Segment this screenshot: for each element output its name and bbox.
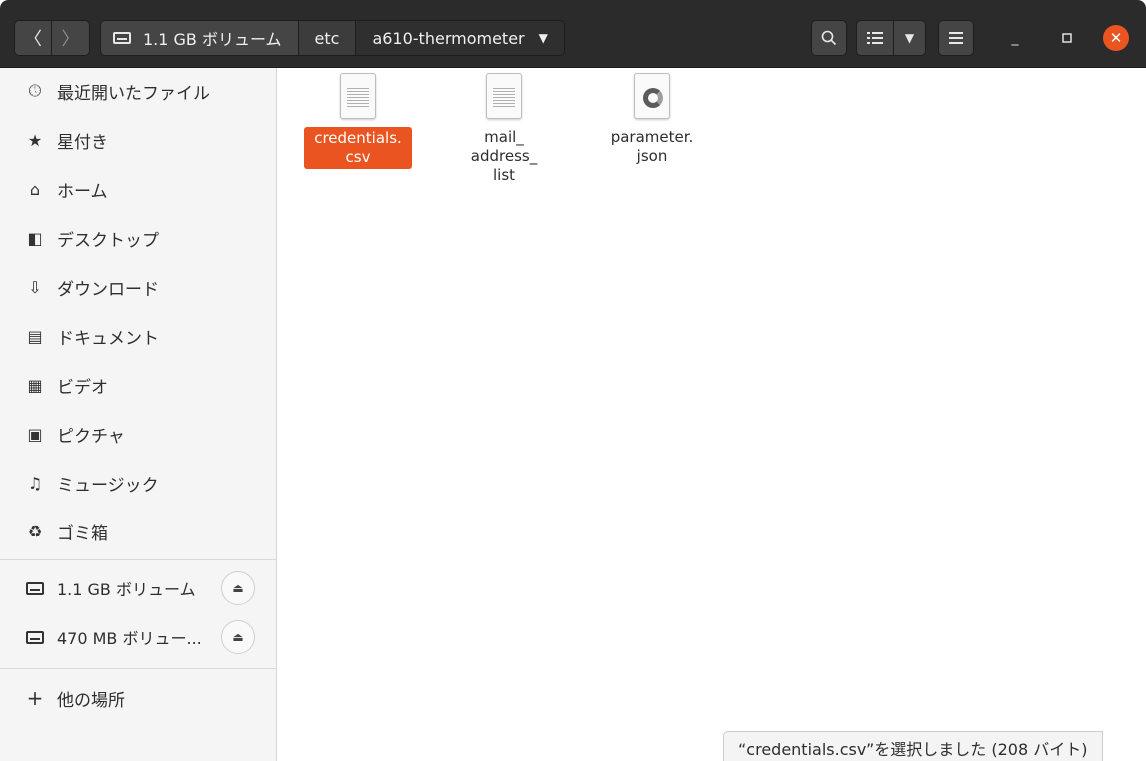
close-button[interactable]: ✕ bbox=[1103, 25, 1129, 51]
sidebar-separator bbox=[0, 668, 276, 669]
view-options-button[interactable]: ▼ bbox=[894, 20, 926, 56]
sidebar-item-other-locations[interactable]: + 他の場所 bbox=[0, 676, 276, 720]
drive-icon bbox=[26, 630, 44, 644]
trash-icon: ♻ bbox=[27, 521, 43, 541]
video-icon: ▦ bbox=[27, 375, 43, 395]
sidebar: 🕔︎ 最近開いたファイル ★ 星付き ⌂ ホーム ◧ デスクトップ ⇩ ダウンロ… bbox=[0, 68, 277, 761]
sidebar-item-label: ドキュメント bbox=[57, 328, 159, 349]
home-icon: ⌂ bbox=[29, 179, 41, 199]
path-crumb-volume[interactable]: 1.1 GB ボリューム bbox=[100, 20, 299, 56]
plus-icon: + bbox=[26, 686, 44, 710]
back-button[interactable]: 〈 bbox=[14, 20, 52, 56]
file-view[interactable]: credentials. csv mail_ address_ list par… bbox=[277, 68, 1146, 761]
file-manager-window: 〈 〉 1.1 GB ボリューム etc a610-thermometer ▼ bbox=[0, 0, 1146, 761]
sidebar-item-recent[interactable]: 🕔︎ 最近開いたファイル bbox=[0, 69, 276, 113]
maximize-button[interactable] bbox=[1054, 25, 1080, 51]
minimize-icon: _ bbox=[1011, 30, 1019, 46]
sidebar-item-pictures[interactable]: ▣ ピクチャ bbox=[0, 412, 276, 456]
document-icon: ▤ bbox=[27, 326, 43, 346]
file-name: mail_ address_ list bbox=[470, 128, 538, 184]
hamburger-menu-icon bbox=[949, 32, 963, 44]
clock-icon: 🕔︎ bbox=[28, 81, 42, 100]
eject-button-volume-1[interactable]: ⏏ bbox=[221, 571, 255, 605]
eject-icon: ⏏ bbox=[232, 581, 244, 595]
chevron-left-icon: 〈 bbox=[24, 29, 42, 50]
sidebar-item-music[interactable]: ♫ ミュージック bbox=[0, 461, 276, 505]
sidebar-item-label: ピクチャ bbox=[57, 426, 125, 447]
sidebar-item-desktop[interactable]: ◧ デスクトップ bbox=[0, 216, 276, 260]
caret-down-icon: ▼ bbox=[904, 31, 915, 45]
sidebar-item-label: 星付き bbox=[57, 132, 108, 153]
file-name: parameter. json bbox=[610, 128, 694, 165]
chevron-right-icon: 〉 bbox=[61, 29, 80, 50]
sidebar-item-label: デスクトップ bbox=[57, 230, 159, 251]
sidebar-item-label: 470 MB ボリュー... bbox=[57, 629, 202, 648]
sidebar-item-downloads[interactable]: ⇩ ダウンロード bbox=[0, 265, 276, 309]
star-icon: ★ bbox=[27, 130, 43, 150]
navigation-buttons: 〈 〉 bbox=[14, 20, 90, 56]
maximize-icon bbox=[1062, 33, 1072, 43]
caret-down-icon: ▼ bbox=[538, 31, 548, 45]
main-menu-button[interactable] bbox=[938, 20, 974, 56]
sidebar-item-label: 他の場所 bbox=[57, 690, 125, 711]
sidebar-item-starred[interactable]: ★ 星付き bbox=[0, 118, 276, 162]
status-bar: “credentials.csv”を選択しました (208 バイト) bbox=[723, 731, 1103, 761]
drive-icon bbox=[113, 32, 131, 44]
path-crumb-label: 1.1 GB ボリューム bbox=[143, 30, 282, 49]
picture-icon: ▣ bbox=[27, 424, 43, 444]
view-toggle-group: ▼ bbox=[856, 20, 926, 56]
status-text: “credentials.csv”を選択しました (208 バイト) bbox=[738, 740, 1088, 759]
minimize-button[interactable]: _ bbox=[1002, 25, 1028, 51]
path-crumb-etc[interactable]: etc bbox=[298, 20, 357, 56]
sidebar-item-label: ビデオ bbox=[57, 377, 108, 398]
eject-button-volume-2[interactable]: ⏏ bbox=[221, 620, 255, 654]
sidebar-item-label: 最近開いたファイル bbox=[57, 83, 210, 104]
sidebar-item-label: 1.1 GB ボリューム bbox=[57, 580, 196, 599]
close-icon: ✕ bbox=[1109, 29, 1123, 47]
music-icon: ♫ bbox=[27, 473, 43, 493]
text-file-icon bbox=[486, 73, 522, 119]
drive-icon-wrap bbox=[25, 581, 45, 595]
drive-icon-wrap bbox=[25, 630, 45, 644]
sidebar-item-label: ミュージック bbox=[57, 475, 159, 496]
path-bar: 1.1 GB ボリューム etc a610-thermometer ▼ bbox=[100, 20, 565, 56]
search-button[interactable] bbox=[811, 20, 847, 56]
list-view-button[interactable] bbox=[856, 20, 894, 56]
file-item-credentials[interactable]: credentials. csv bbox=[293, 73, 423, 169]
sidebar-item-home[interactable]: ⌂ ホーム bbox=[0, 167, 276, 211]
path-crumb-current[interactable]: a610-thermometer ▼ bbox=[356, 20, 565, 56]
file-name: credentials. csv bbox=[304, 127, 412, 169]
drive-icon bbox=[26, 581, 44, 595]
desktop-icon: ◧ bbox=[27, 228, 43, 248]
path-crumb-label: etc bbox=[314, 28, 340, 48]
header-bar: 〈 〉 1.1 GB ボリューム etc a610-thermometer ▼ bbox=[0, 0, 1146, 68]
text-file-icon bbox=[340, 73, 376, 119]
sidebar-item-documents[interactable]: ▤ ドキュメント bbox=[0, 314, 276, 358]
forward-button[interactable]: 〉 bbox=[52, 20, 90, 56]
file-item-mail-address-list[interactable]: mail_ address_ list bbox=[439, 73, 569, 186]
file-item-parameter-json[interactable]: parameter. json bbox=[587, 73, 717, 167]
sidebar-separator bbox=[0, 559, 276, 560]
list-view-icon bbox=[867, 32, 883, 44]
eject-icon: ⏏ bbox=[232, 630, 244, 644]
sidebar-item-trash[interactable]: ♻ ゴミ箱 bbox=[0, 509, 276, 553]
json-file-icon bbox=[634, 73, 670, 119]
sidebar-item-videos[interactable]: ▦ ビデオ bbox=[0, 363, 276, 407]
search-icon bbox=[821, 30, 837, 46]
path-crumb-label: a610-thermometer bbox=[372, 28, 525, 48]
download-icon: ⇩ bbox=[28, 277, 42, 297]
sidebar-item-label: ゴミ箱 bbox=[57, 523, 108, 544]
sidebar-item-label: ホーム bbox=[57, 181, 108, 202]
sidebar-item-label: ダウンロード bbox=[57, 279, 159, 300]
